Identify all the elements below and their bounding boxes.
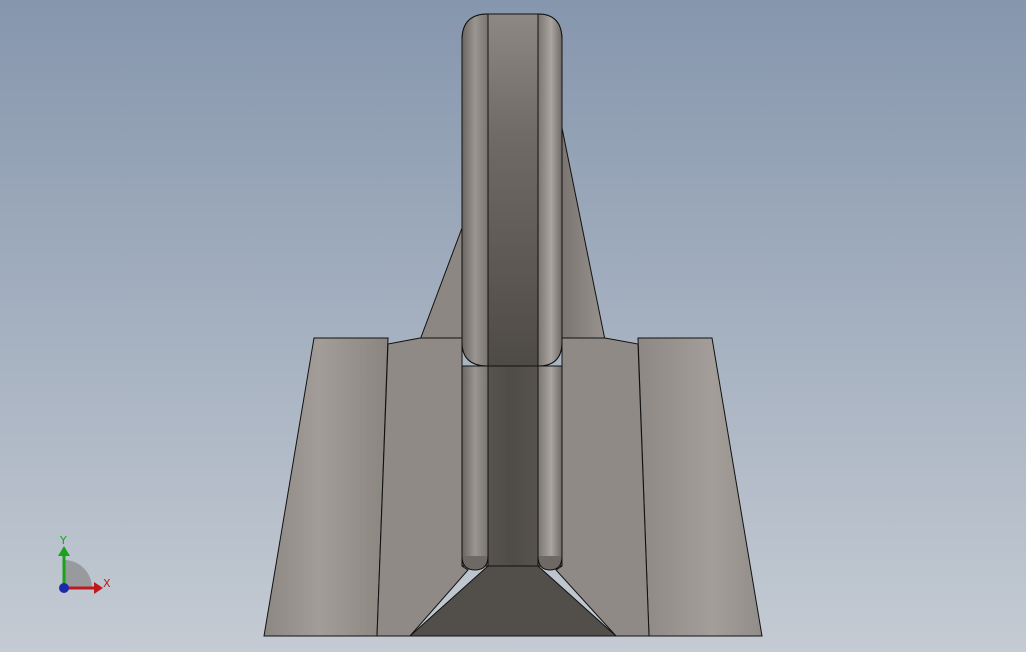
model-canvas[interactable]: Y X — [0, 0, 1026, 652]
ring-right-side — [537, 13, 563, 367]
stem-right-fillet — [537, 365, 563, 567]
3d-viewport[interactable]: Y X — [0, 0, 1026, 652]
ring-left-side — [461, 13, 489, 367]
triad-x-label: X — [103, 577, 111, 590]
triad-z-axis-icon — [59, 583, 69, 593]
triad-y-label: Y — [59, 534, 67, 547]
stem-left-fillet — [461, 365, 489, 567]
stem-core — [487, 365, 539, 567]
